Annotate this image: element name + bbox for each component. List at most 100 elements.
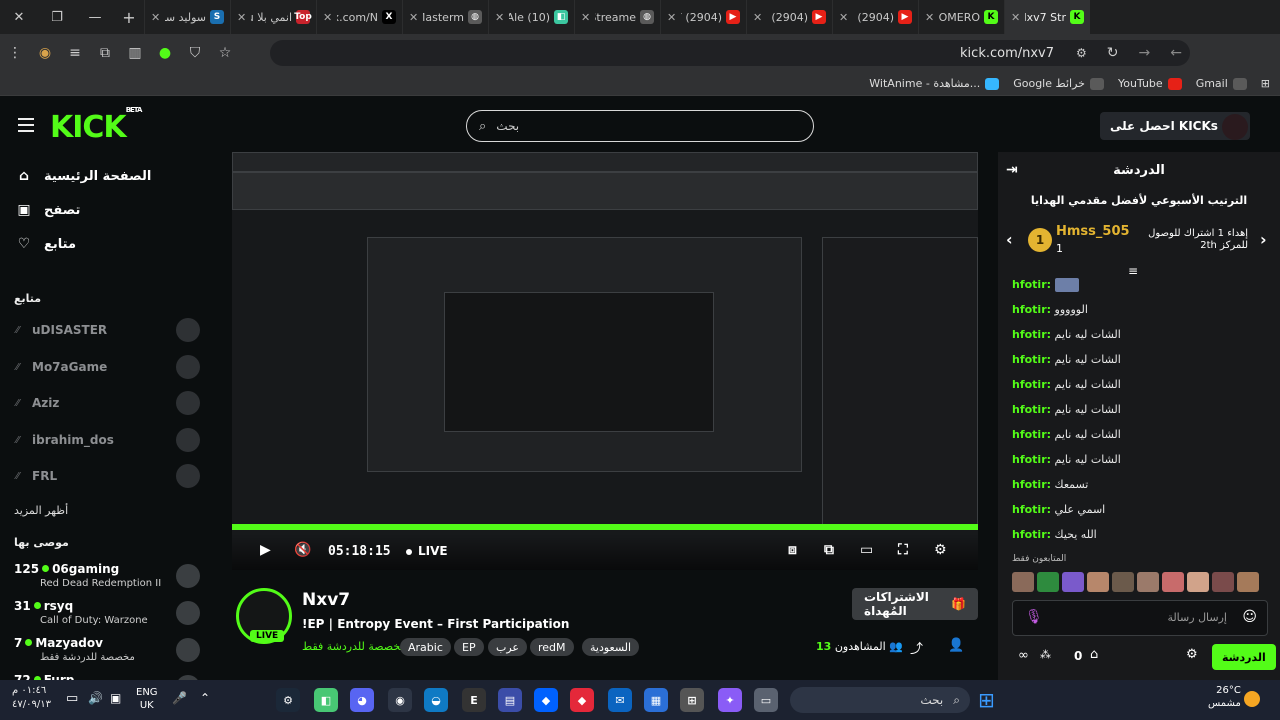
app-icon[interactable]: ◧ xyxy=(314,688,338,712)
clock[interactable]: ٠١:٤٦ م ٤٧/٠٩/١٣ xyxy=(12,684,51,712)
browser-tab[interactable]: ✕LOMERO K xyxy=(918,0,1004,34)
chat-username[interactable]: hfotir xyxy=(1012,528,1047,541)
dots-icon[interactable]: ⁂ xyxy=(1040,648,1051,661)
volume-icon[interactable]: 🔊 xyxy=(88,691,103,705)
stream-category[interactable]: مخصصة للدردشة فقط xyxy=(302,640,406,653)
recommended-item[interactable]: 7 Mazyadov مخصصة للدردشة فقط xyxy=(0,634,212,670)
share-icon[interactable]: ⤴ xyxy=(910,638,923,657)
copilot-icon[interactable]: ✦ xyxy=(718,688,742,712)
bookmark-item[interactable]: YouTube xyxy=(1118,77,1182,90)
close-tab-icon[interactable]: ✕ xyxy=(753,11,767,24)
play-icon[interactable]: ▶ xyxy=(260,542,271,558)
user-avatar[interactable] xyxy=(1222,114,1248,140)
extension-icon[interactable]: ▥ xyxy=(120,38,150,68)
chat-username[interactable]: hfotir xyxy=(1012,503,1047,516)
show-more-link[interactable]: أظهر المزيد xyxy=(14,504,68,517)
pip-icon[interactable]: ⧈ xyxy=(788,542,797,558)
chatter-avatar[interactable] xyxy=(1012,572,1034,592)
pinned-icon[interactable]: ≡ xyxy=(1128,264,1138,278)
send-chat-button[interactable]: الدردشة xyxy=(1212,644,1276,670)
chat-username[interactable]: hfotir xyxy=(1012,453,1047,466)
close-tab-icon[interactable]: ✕ xyxy=(1011,11,1025,24)
stream-tag[interactable]: عرب xyxy=(488,638,527,656)
bookmark-item[interactable]: Google خرائط xyxy=(1013,77,1104,90)
theater-mode-icon[interactable]: ▭ xyxy=(860,542,873,558)
app-icon[interactable]: ◆ xyxy=(570,688,594,712)
browser-tab[interactable]: ✕Masterm ◍ xyxy=(402,0,488,34)
mute-icon[interactable]: 🔇 xyxy=(294,542,311,558)
chat-settings-icon[interactable]: ⚙ xyxy=(1186,647,1198,662)
back-icon[interactable]: → xyxy=(1139,45,1151,61)
dropbox-icon[interactable]: ◆ xyxy=(534,688,558,712)
site-settings-icon[interactable]: ⚙ xyxy=(1076,46,1087,60)
chatter-avatar[interactable] xyxy=(1237,572,1259,592)
media-control-icon[interactable]: ≡ xyxy=(60,38,90,68)
close-tab-icon[interactable]: ✕ xyxy=(237,11,251,24)
following-item[interactable]: ⁄⁄ Mo7aGame xyxy=(0,353,212,383)
restore-window-icon[interactable]: ❐ xyxy=(38,0,76,34)
browser-tab[interactable]: ✕ x.com/N X xyxy=(316,0,402,34)
app-icon[interactable]: ▤ xyxy=(498,688,522,712)
stream-tag[interactable]: السعودية xyxy=(582,638,640,656)
close-tab-icon[interactable]: ✕ xyxy=(667,11,681,24)
browser-tab[interactable]: ✕(2904) ... ▶ xyxy=(746,0,832,34)
stream-tag[interactable]: EP xyxy=(454,638,484,656)
show-hidden-icons[interactable]: ⌃ xyxy=(200,691,210,705)
epic-games-icon[interactable]: E xyxy=(462,688,486,712)
search-input[interactable]: ⌕ بحث xyxy=(466,110,814,142)
hamburger-menu-icon[interactable] xyxy=(18,118,34,132)
following-item[interactable]: ⁄⁄ Aziz xyxy=(0,389,212,419)
outlook-icon[interactable]: ✉ xyxy=(608,688,632,712)
chatter-avatar[interactable] xyxy=(1112,572,1134,592)
windows-start-icon[interactable]: ⊞ xyxy=(978,688,995,712)
chevron-right-icon[interactable]: › xyxy=(1260,230,1267,249)
file-explorer-icon[interactable]: ▭ xyxy=(754,688,778,712)
close-window-icon[interactable]: ✕ xyxy=(0,0,38,34)
chatter-avatar[interactable] xyxy=(1137,572,1159,592)
browser-tab[interactable]: ✕انمي بلا kuTop xyxy=(230,0,316,34)
browser-tab[interactable]: ✕Streame ◍ xyxy=(574,0,660,34)
forward-icon[interactable]: ← xyxy=(1170,45,1182,61)
mic-tray-icon[interactable]: 🎤 xyxy=(172,691,187,705)
shield-icon[interactable]: ⛉ xyxy=(180,38,210,68)
streamer-name[interactable]: Nxv7 xyxy=(302,590,350,610)
close-tab-icon[interactable]: ✕ xyxy=(409,11,423,24)
following-item[interactable]: ⁄⁄ FRL xyxy=(0,462,212,492)
extension-icon[interactable]: ◉ xyxy=(30,38,60,68)
new-tab-button[interactable]: + xyxy=(114,0,144,34)
infinity-icon[interactable]: ∞ xyxy=(1018,648,1029,663)
kick-logo[interactable]: KICKBETA xyxy=(50,106,142,145)
browser-tab[interactable]: ✕(2904) Y ▶ xyxy=(660,0,746,34)
chat-username[interactable]: hfotir xyxy=(1012,378,1047,391)
fullscreen-icon[interactable]: ⛶ xyxy=(898,542,908,558)
browser-tab[interactable]: ✕(2904) ll ▶ xyxy=(832,0,918,34)
chatter-avatar[interactable] xyxy=(1162,572,1184,592)
chat-username[interactable]: hfotir xyxy=(1012,428,1047,441)
reload-icon[interactable]: ↻ xyxy=(1107,45,1119,61)
menu-icon[interactable]: ⋮ xyxy=(0,38,30,68)
chat-username[interactable]: hfotir xyxy=(1012,303,1047,316)
recommended-item[interactable]: 125 06gaming Red Dead Redemption II xyxy=(0,560,212,596)
weather-widget[interactable]: 26°C مشمس xyxy=(1208,684,1241,710)
bookmark-star-icon[interactable]: ☆ xyxy=(210,38,240,68)
store-icon[interactable]: ⌂ xyxy=(1090,647,1098,662)
app-icon[interactable]: ⊞ xyxy=(680,688,704,712)
close-tab-icon[interactable]: ✕ xyxy=(323,11,337,24)
extension-icon[interactable]: ● xyxy=(150,38,180,68)
close-tab-icon[interactable]: ✕ xyxy=(839,11,853,24)
browser-tab[interactable]: ✕Nxv7 Str K xyxy=(1004,0,1090,34)
taskbar-search[interactable]: بحث ⌕ xyxy=(790,687,970,713)
url-field[interactable]: kick.com/nxv7 ⚙ ↻ → ← xyxy=(270,40,1190,66)
chat-message-input[interactable]: 🎙 إرسال رسالة ☺ xyxy=(1012,600,1268,636)
steam-icon[interactable]: ⚙ xyxy=(276,688,300,712)
following-item[interactable]: ⁄⁄ uDISASTER xyxy=(0,316,212,346)
nav-item[interactable]: ⌂ الصفحة الرئيسية xyxy=(16,168,151,184)
close-tab-icon[interactable]: ✕ xyxy=(581,11,595,24)
discord-icon[interactable]: ◕ xyxy=(350,688,374,712)
chat-username[interactable]: hfotir xyxy=(1012,478,1047,491)
nav-item[interactable]: ▣ تصفح xyxy=(16,202,80,218)
recommended-item[interactable]: 31 rsyq Call of Duty: Warzone xyxy=(0,597,212,633)
chevron-left-icon[interactable]: ‹ xyxy=(1006,230,1013,249)
chatter-avatar[interactable] xyxy=(1087,572,1109,592)
chrome-icon[interactable]: ◉ xyxy=(388,688,412,712)
